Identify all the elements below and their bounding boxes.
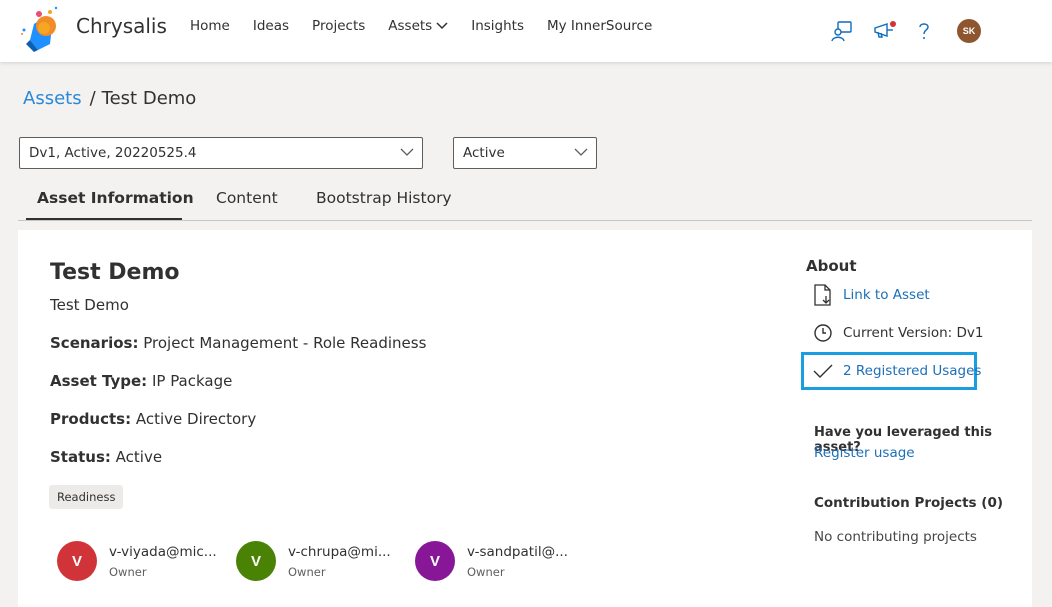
owner-card[interactable]: V v-viyada@mic... Owner xyxy=(57,540,217,581)
nav-assets-label: Assets xyxy=(388,18,433,34)
chevron-down-icon xyxy=(400,148,414,156)
owner-email: v-sandpatil@... xyxy=(467,544,568,560)
field-label: Status: xyxy=(50,448,111,466)
checkmark-icon xyxy=(812,360,834,382)
owner-role: Owner xyxy=(109,565,147,579)
owner-role: Owner xyxy=(288,565,326,579)
document-download-icon xyxy=(812,284,834,306)
notification-dot xyxy=(890,21,896,27)
version-dropdown[interactable]: Dv1, Active, 20220525.4 xyxy=(19,137,423,169)
avatar: V xyxy=(57,541,97,581)
brand-name[interactable]: Chrysalis xyxy=(76,14,167,38)
registered-usages-row[interactable]: 2 Registered Usages xyxy=(812,360,981,382)
status-dropdown-value: Active xyxy=(463,145,505,161)
field-status: Status: Active xyxy=(50,448,162,466)
owner-card[interactable]: V v-chrupa@mi... Owner xyxy=(236,540,391,581)
nav-assets[interactable]: Assets xyxy=(388,18,448,34)
help-question-icon[interactable] xyxy=(913,20,935,42)
contribution-projects-empty: No contributing projects xyxy=(814,529,977,545)
status-dropdown[interactable]: Active xyxy=(453,137,597,169)
owner-role: Owner xyxy=(467,565,505,579)
current-version-row: Current Version: Dv1 xyxy=(812,322,983,344)
contribution-projects-heading: Contribution Projects (0) xyxy=(814,495,1004,511)
breadcrumb-current: Test Demo xyxy=(101,88,197,109)
nav-my-innersource[interactable]: My InnerSource xyxy=(547,18,652,34)
owner-card[interactable]: V v-sandpatil@... Owner xyxy=(415,540,568,581)
breadcrumb: Assets / Test Demo xyxy=(23,88,196,109)
register-usage-link[interactable]: Register usage xyxy=(814,445,915,461)
field-scenarios: Scenarios: Project Management - Role Rea… xyxy=(50,334,426,352)
field-value: IP Package xyxy=(151,372,233,390)
nav-home[interactable]: Home xyxy=(190,18,230,34)
about-heading: About xyxy=(806,257,857,275)
nav-projects[interactable]: Projects xyxy=(312,18,365,34)
user-avatar[interactable]: SK xyxy=(957,19,981,43)
tab-bootstrap-history[interactable]: Bootstrap History xyxy=(316,189,452,207)
main-nav: Home Ideas Projects Assets Insights My I… xyxy=(190,0,675,52)
breadcrumb-separator: / xyxy=(89,88,96,109)
top-bar: Chrysalis Home Ideas Projects Assets Ins… xyxy=(0,0,1052,62)
link-to-asset-row[interactable]: Link to Asset xyxy=(812,284,930,306)
field-label: Asset Type: xyxy=(50,372,148,390)
tab-asset-information[interactable]: Asset Information xyxy=(37,189,194,207)
version-dropdown-value: Dv1, Active, 20220525.4 xyxy=(29,145,197,161)
asset-description: Test Demo xyxy=(50,296,129,314)
field-value: Project Management - Role Readiness xyxy=(143,334,427,352)
link-to-asset[interactable]: Link to Asset xyxy=(843,287,930,303)
tab-content[interactable]: Content xyxy=(216,189,278,207)
owner-email: v-viyada@mic... xyxy=(109,544,217,560)
clock-icon xyxy=(812,322,834,344)
field-value: Active xyxy=(115,448,163,466)
chevron-down-icon xyxy=(436,22,448,30)
chevron-down-icon xyxy=(574,148,588,156)
active-tab-indicator xyxy=(26,218,182,220)
avatar: V xyxy=(236,541,276,581)
field-value: Active Directory xyxy=(135,410,257,428)
breadcrumb-assets-link[interactable]: Assets xyxy=(23,88,82,109)
field-asset-type: Asset Type: IP Package xyxy=(50,372,232,390)
current-version: Current Version: Dv1 xyxy=(843,325,984,341)
asset-tabs: Asset Information Content Bootstrap Hist… xyxy=(18,180,1032,221)
avatar: V xyxy=(415,541,455,581)
field-products: Products: Active Directory xyxy=(50,410,256,428)
nav-ideas[interactable]: Ideas xyxy=(253,18,289,34)
chrysalis-logo-icon[interactable] xyxy=(16,4,66,54)
asset-title: Test Demo xyxy=(50,260,180,285)
registered-usages-link[interactable]: 2 Registered Usages xyxy=(843,363,981,379)
owner-email: v-chrupa@mi... xyxy=(288,544,391,560)
feedback-person-icon[interactable] xyxy=(831,20,853,42)
field-label: Products: xyxy=(50,410,132,428)
nav-insights[interactable]: Insights xyxy=(471,18,524,34)
tag-readiness: Readiness xyxy=(49,485,124,509)
asset-info-card: Test Demo Test Demo Scenarios: Project M… xyxy=(18,230,1032,607)
field-label: Scenarios: xyxy=(50,334,139,352)
